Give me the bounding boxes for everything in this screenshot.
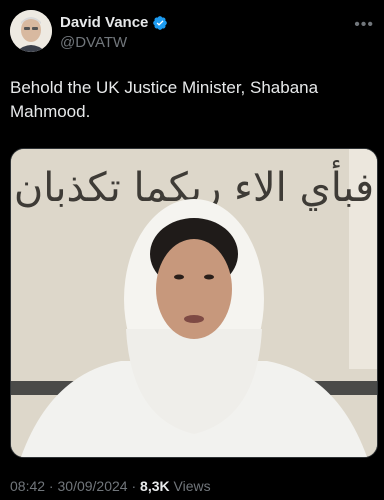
- more-options-icon[interactable]: •••: [354, 16, 374, 34]
- author-name[interactable]: David Vance: [60, 14, 148, 31]
- tweet-text: Behold the UK Justice Minister, Shabana …: [10, 78, 319, 121]
- views-label: Views: [173, 478, 211, 494]
- verified-badge-icon: [152, 15, 168, 31]
- tweet-header: David Vance @DVATW •••: [10, 10, 374, 56]
- tweet-meta: 08:42 · 30/09/2024 · 8,3K Views: [10, 478, 211, 494]
- tweet-time[interactable]: 08:42: [10, 478, 45, 494]
- video-frame: فبأي الاء ربكما تكذبان: [11, 149, 377, 457]
- author-handle[interactable]: @DVATW: [60, 34, 127, 51]
- views-count: 8,3K: [140, 478, 170, 494]
- author-name-row: David Vance: [60, 14, 168, 31]
- meta-separator: ·: [45, 478, 58, 494]
- avatar-image: [10, 10, 52, 52]
- tweet-date[interactable]: 30/09/2024: [58, 478, 128, 494]
- tweet-video[interactable]: فبأي الاء ربكما تكذبان: [10, 148, 378, 458]
- avatar[interactable]: [10, 10, 52, 52]
- meta-separator-2: ·: [127, 478, 141, 494]
